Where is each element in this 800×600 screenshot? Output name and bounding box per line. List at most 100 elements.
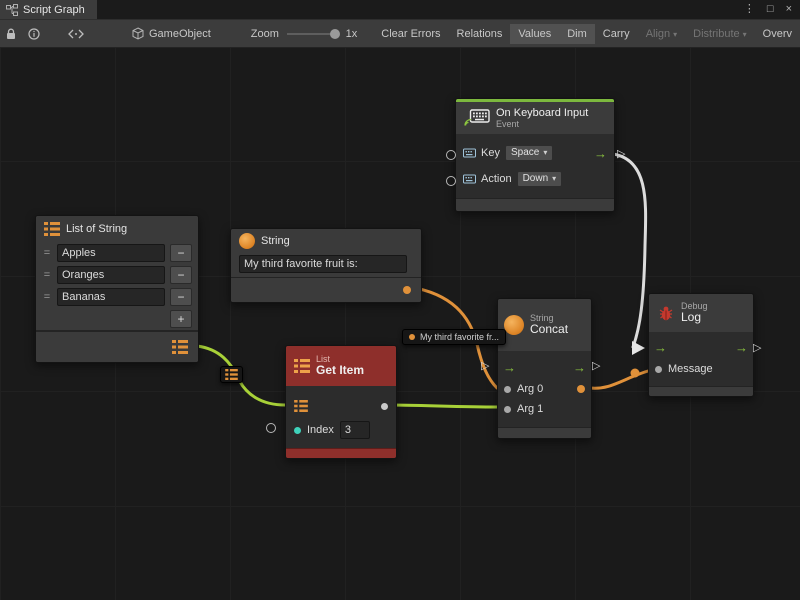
- arg1-input-port[interactable]: [504, 406, 511, 413]
- node-log[interactable]: Debug Log → → Message: [648, 293, 754, 397]
- result-output-port[interactable]: [577, 385, 585, 393]
- control-port-triangle[interactable]: ▷: [481, 360, 489, 372]
- zoom-slider-knob[interactable]: [330, 29, 340, 39]
- string-icon: [239, 233, 255, 249]
- node-get-item[interactable]: List Get Item Index 3: [285, 345, 397, 459]
- distribute-dropdown[interactable]: Distribute▾: [685, 24, 754, 44]
- list-item-row: = Bananas + −: [36, 286, 198, 308]
- node-body: Index 3: [286, 386, 396, 448]
- caret-down-icon: ▾: [673, 30, 677, 39]
- node-list-of-string[interactable]: List of String = Apples − = Oranges − = …: [35, 215, 199, 363]
- unconnected-port-circle[interactable]: [446, 176, 456, 186]
- drag-handle-icon[interactable]: =: [42, 291, 52, 303]
- window-titlebar: Script Graph ⋮ □ ×: [0, 0, 800, 19]
- caret-down-icon: ▾: [543, 147, 547, 159]
- maximize-icon[interactable]: □: [767, 4, 774, 15]
- zoom-slider[interactable]: [287, 33, 338, 35]
- node-body: → → Arg 0 Arg 1: [498, 351, 591, 427]
- value-preview-text: My third favorite fr...: [420, 332, 499, 342]
- control-output-port[interactable]: →: [594, 147, 607, 160]
- node-title: List of String: [66, 223, 127, 235]
- control-port-triangle[interactable]: ▷: [592, 360, 600, 372]
- node-footer: [286, 448, 396, 458]
- node-header: String: [231, 229, 421, 253]
- control-flow-row: → →: [649, 336, 753, 358]
- key-dropdown[interactable]: Space ▾: [505, 145, 553, 161]
- control-output-port[interactable]: →: [573, 361, 586, 374]
- caret-down-icon: ▾: [743, 30, 747, 39]
- action-port-row: Action Down ▾: [456, 166, 614, 192]
- unconnected-port-circle[interactable]: [266, 423, 276, 433]
- relations-button[interactable]: Relations: [449, 24, 511, 44]
- carry-toggle[interactable]: Carry: [595, 24, 638, 44]
- remove-item-button[interactable]: −: [170, 244, 192, 262]
- string-value-dot: [409, 334, 415, 340]
- list-icon: [294, 359, 310, 373]
- list-item-row: = Oranges −: [36, 264, 198, 286]
- node-output-strip: [231, 277, 421, 302]
- list-item-input[interactable]: Bananas: [57, 288, 165, 306]
- string-output-port[interactable]: [403, 286, 411, 294]
- node-output-strip: [36, 330, 198, 362]
- wire-getitem-to-concat: [383, 405, 497, 407]
- tab-script-graph[interactable]: Script Graph: [0, 0, 97, 19]
- node-title: Get Item: [316, 364, 364, 378]
- bug-icon: [657, 305, 675, 322]
- add-item-button[interactable]: +: [170, 310, 192, 328]
- list-input-port[interactable]: [294, 400, 308, 412]
- index-input-port[interactable]: [294, 427, 301, 434]
- drag-handle-icon[interactable]: =: [42, 269, 52, 281]
- close-icon[interactable]: ×: [786, 4, 792, 15]
- zoom-value: 1x: [346, 28, 358, 40]
- key-icon: [463, 148, 476, 158]
- control-port-triangle[interactable]: ▷: [753, 342, 761, 354]
- unconnected-port-circle[interactable]: [446, 150, 456, 160]
- pane-menu-icon[interactable]: ⋮: [744, 4, 755, 15]
- arg0-input-port[interactable]: [504, 386, 511, 393]
- clear-errors-button[interactable]: Clear Errors: [373, 24, 448, 44]
- node-string-literal[interactable]: String My third favorite fruit is:: [230, 228, 422, 303]
- string-value-input[interactable]: My third favorite fruit is:: [239, 255, 407, 273]
- list-output-port[interactable]: [172, 340, 188, 354]
- align-dropdown[interactable]: Align▾: [638, 24, 685, 44]
- wire-value-dot: [631, 369, 640, 378]
- drag-handle-icon[interactable]: =: [42, 247, 52, 259]
- message-input-port[interactable]: [655, 366, 662, 373]
- dropdown-value: Down: [523, 173, 549, 185]
- control-input-port[interactable]: →: [503, 361, 516, 374]
- gameobject-target[interactable]: GameObject: [149, 28, 211, 40]
- control-input-port[interactable]: →: [654, 341, 667, 354]
- remove-item-button[interactable]: −: [170, 288, 192, 306]
- remove-item-button[interactable]: −: [170, 266, 192, 284]
- list-item-input[interactable]: Oranges: [57, 266, 165, 284]
- dim-toggle[interactable]: Dim: [559, 24, 595, 44]
- node-on-keyboard-input[interactable]: On Keyboard Input Event Key Space ▾ →: [455, 98, 615, 212]
- index-input[interactable]: 3: [340, 421, 370, 439]
- control-output-port[interactable]: →: [735, 341, 748, 354]
- index-label: Index: [307, 424, 334, 436]
- action-dropdown[interactable]: Down ▾: [517, 171, 563, 187]
- control-port-triangle[interactable]: ▷: [617, 148, 625, 160]
- key-port-row: Key Space ▾ →: [456, 140, 614, 166]
- wire-concat-to-log: [590, 371, 648, 388]
- tab-title: Script Graph: [23, 4, 85, 16]
- graph-canvas[interactable]: List of String = Apples − = Oranges − = …: [0, 46, 800, 600]
- node-subtitle: Event: [496, 119, 588, 129]
- arg1-label: Arg 1: [517, 403, 543, 415]
- list-icon: [225, 369, 238, 380]
- control-flow-row: → →: [498, 355, 591, 379]
- keyboard-icon: [464, 109, 490, 127]
- list-icon: [44, 222, 60, 236]
- item-output-port[interactable]: [381, 403, 388, 410]
- node-concat[interactable]: String Concat → → Arg 0 Arg 1: [497, 298, 592, 439]
- info-icon[interactable]: [28, 28, 40, 40]
- lock-icon[interactable]: [6, 28, 16, 40]
- list-input-row: [286, 394, 396, 418]
- node-title: Concat: [530, 323, 568, 337]
- values-toggle[interactable]: Values: [510, 24, 559, 44]
- node-title: On Keyboard Input: [496, 107, 588, 120]
- message-label: Message: [668, 363, 713, 375]
- overview-button[interactable]: Overv: [755, 24, 800, 44]
- code-view-icon[interactable]: [68, 29, 84, 39]
- list-item-input[interactable]: Apples: [57, 244, 165, 262]
